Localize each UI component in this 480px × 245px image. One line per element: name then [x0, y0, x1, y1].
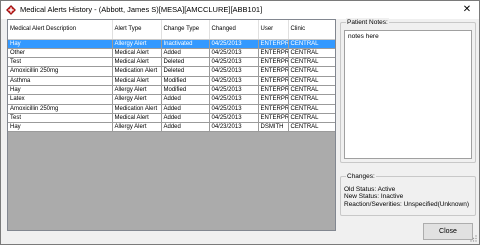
changes-label: Changes:	[346, 172, 376, 181]
cell-changed: 04/25/2013	[209, 57, 259, 68]
cell-changed: 04/25/2013	[209, 104, 259, 114]
cell-user: ENTERPRI	[258, 57, 289, 68]
cell-changed: 04/25/2013	[209, 113, 259, 124]
cell-alert-type: Medical Alert	[112, 57, 162, 68]
cell-alert-type: Medical Alert	[112, 76, 162, 87]
cell-changed: 04/23/2013	[209, 122, 259, 133]
medical-alert-icon	[6, 5, 16, 15]
cell-clinic: CENTRAL	[288, 85, 335, 96]
cell-change-type: Added	[161, 104, 210, 114]
cell-description: Other	[8, 48, 113, 59]
table-row[interactable]: Test Medical Alert Deleted 04/25/2013 EN…	[8, 57, 335, 68]
cell-user: ENTERPRI	[258, 48, 289, 59]
cell-description: Hay	[8, 39, 113, 49]
changes-line: Old Status: Active	[344, 186, 396, 193]
table-row[interactable]: Latex Allergy Alert Added 04/25/2013 ENT…	[8, 94, 335, 105]
title-bar: Medical Alerts History - (Abbott, James …	[1, 1, 479, 19]
column-header-alert-type[interactable]: Alert Type	[112, 20, 162, 40]
cell-description: Asthma	[8, 76, 113, 87]
cell-description: Latex	[8, 94, 113, 105]
cell-changed: 04/25/2013	[209, 48, 259, 59]
cell-user: ENTERPRI	[258, 39, 289, 49]
table-row[interactable]: Hay Allergy Alert Inactivated 04/25/2013…	[8, 39, 335, 49]
changes-details: Old Status: Active New Status: Inactive …	[344, 186, 469, 208]
cell-clinic: CENTRAL	[288, 113, 335, 124]
cell-user: ENTERPRI	[258, 104, 289, 114]
cell-clinic: CENTRAL	[288, 48, 335, 59]
cell-change-type: Added	[161, 48, 210, 59]
cell-alert-type: Allergy Alert	[112, 94, 162, 105]
cell-alert-type: Medical Alert	[112, 113, 162, 124]
table-row[interactable]: Test Medical Alert Added 04/25/2013 ENTE…	[8, 113, 335, 124]
cell-changed: 04/25/2013	[209, 94, 259, 105]
patient-notes-group: Patient Notes: notes here	[340, 18, 476, 163]
cell-description: Test	[8, 57, 113, 68]
table-row[interactable]: Hay Allergy Alert Modified 04/25/2013 EN…	[8, 85, 335, 96]
close-button[interactable]: Close	[423, 223, 473, 240]
cell-clinic: CENTRAL	[288, 122, 335, 133]
cell-alert-type: Allergy Alert	[112, 85, 162, 96]
cell-description: Hay	[8, 122, 113, 133]
cell-clinic: CENTRAL	[288, 39, 335, 49]
cell-user: ENTERPRI	[258, 76, 289, 87]
cell-clinic: CENTRAL	[288, 57, 335, 68]
cell-change-type: Added	[161, 94, 210, 105]
close-icon[interactable]: ✕	[455, 1, 479, 18]
table-row[interactable]: Other Medical Alert Added 04/25/2013 ENT…	[8, 48, 335, 59]
window-title: Medical Alerts History - (Abbott, James …	[20, 5, 263, 14]
cell-change-type: Deleted	[161, 57, 210, 68]
cell-changed: 04/25/2013	[209, 76, 259, 87]
cell-change-type: Inactivated	[161, 39, 210, 49]
cell-change-type: Added	[161, 113, 210, 124]
changes-line: Reaction/Severities: Unspecified(Unknown…	[344, 200, 470, 208]
cell-alert-type: Medication Alert	[112, 104, 162, 114]
table-row[interactable]: Asthma Medical Alert Modified 04/25/2013…	[8, 76, 335, 87]
cell-alert-type: Medication Alert	[112, 66, 162, 77]
cell-clinic: CENTRAL	[288, 76, 335, 87]
patient-notes-label: Patient Notes:	[346, 18, 389, 27]
cell-changed: 04/25/2013	[209, 66, 259, 77]
cell-alert-type: Allergy Alert	[112, 39, 162, 49]
cell-alert-type: Allergy Alert	[112, 122, 162, 133]
column-header-description[interactable]: Medical Alert Description	[8, 20, 113, 40]
medical-alerts-history-window: Medical Alerts History - (Abbott, James …	[0, 0, 480, 245]
cell-change-type: Added	[161, 122, 210, 133]
cell-user: ENTERPRI	[258, 113, 289, 124]
column-header-clinic[interactable]: Clinic	[288, 20, 335, 40]
cell-user: DSMITH	[258, 122, 289, 133]
changes-line: New Status: Inactive	[344, 193, 404, 201]
cell-change-type: Deleted	[161, 66, 210, 77]
cell-user: ENTERPRI	[258, 85, 289, 96]
table-row[interactable]: Amoxicillin 250mg Medication Alert Delet…	[8, 66, 335, 77]
cell-description: Hay	[8, 85, 113, 96]
cell-change-type: Modified	[161, 85, 210, 96]
cell-clinic: CENTRAL	[288, 104, 335, 114]
patient-notes-field[interactable]: notes here	[344, 30, 472, 159]
column-header-changed[interactable]: Changed	[209, 20, 259, 40]
table-row[interactable]: Hay Allergy Alert Added 04/23/2013 DSMIT…	[8, 122, 335, 133]
cell-user: ENTERPRI	[258, 94, 289, 105]
column-header-user[interactable]: User	[258, 20, 289, 40]
cell-changed: 04/25/2013	[209, 85, 259, 96]
resize-grip-icon[interactable]	[469, 234, 477, 242]
cell-description: Amoxicillin 250mg	[8, 66, 113, 77]
cell-clinic: CENTRAL	[288, 94, 335, 105]
alerts-history-grid[interactable]: Medical Alert Description Alert Type Cha…	[7, 19, 336, 231]
cell-changed: 04/25/2013	[209, 39, 259, 49]
grid-header-row: Medical Alert Description Alert Type Cha…	[8, 20, 335, 40]
cell-user: ENTERPRI	[258, 66, 289, 77]
cell-description: Amoxicillin 250mg	[8, 104, 113, 114]
column-header-change-type[interactable]: Change Type	[161, 20, 210, 40]
table-row[interactable]: Amoxicillin 250mg Medication Alert Added…	[8, 104, 335, 114]
cell-clinic: CENTRAL	[288, 66, 335, 77]
cell-change-type: Modified	[161, 76, 210, 87]
cell-description: Test	[8, 113, 113, 124]
cell-alert-type: Medical Alert	[112, 48, 162, 59]
changes-group: Changes: Old Status: Active New Status: …	[340, 172, 476, 216]
